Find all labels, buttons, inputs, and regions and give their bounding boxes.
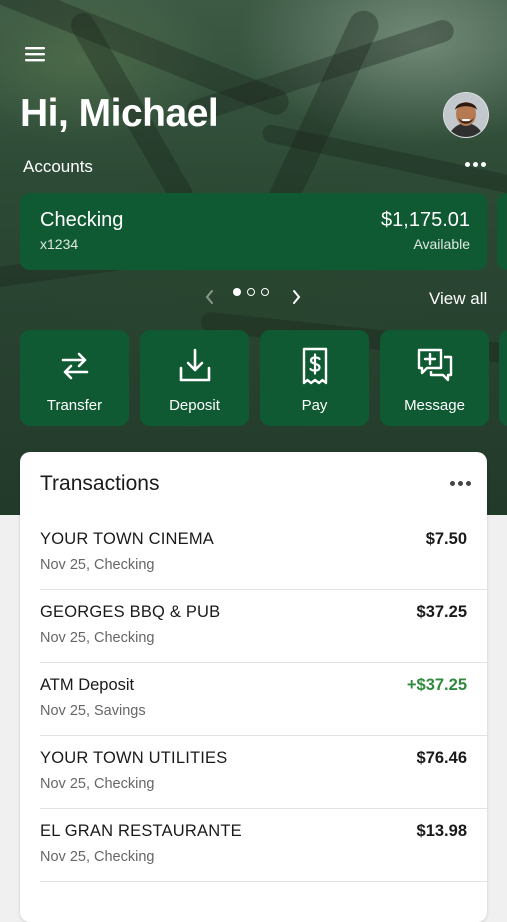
transaction-amount: $76.46 xyxy=(416,749,467,767)
transaction-row[interactable]: YOUR TOWN UTILITIES Nov 25, Checking $76… xyxy=(20,736,487,809)
action-next-peek[interactable] xyxy=(499,330,507,426)
transaction-merchant: YOUR TOWN CINEMA xyxy=(40,530,215,548)
transaction-row[interactable]: EL GRAN RESTAURANTE Nov 25, Checking $13… xyxy=(20,809,487,882)
account-balance: $1,175.01 xyxy=(381,209,470,231)
transaction-amount: +$37.25 xyxy=(406,676,467,694)
message-label: Message xyxy=(404,397,465,414)
dollar-receipt-icon xyxy=(302,347,327,385)
transaction-meta: Nov 25, Checking xyxy=(40,630,155,646)
accounts-more-button[interactable] xyxy=(465,162,486,167)
transfer-arrows-icon xyxy=(61,352,88,380)
message-button[interactable]: Message xyxy=(380,330,489,426)
pager-next-button[interactable] xyxy=(289,288,303,306)
transaction-merchant: GEORGES BBQ & PUB xyxy=(40,603,221,621)
account-pager-dots xyxy=(230,288,272,296)
deposit-label: Deposit xyxy=(169,397,220,414)
user-avatar-button[interactable] xyxy=(443,92,489,138)
transaction-row[interactable]: GEORGES BBQ & PUB Nov 25, Checking $37.2… xyxy=(20,590,487,663)
user-avatar xyxy=(444,93,488,137)
chevron-right-icon xyxy=(293,290,301,304)
pager-dot-3[interactable] xyxy=(261,288,269,296)
transaction-meta: Nov 25, Checking xyxy=(40,557,155,573)
transactions-more-button[interactable] xyxy=(450,481,471,486)
pager-dot-1[interactable] xyxy=(233,288,241,296)
transaction-meta: Nov 25, Savings xyxy=(40,703,146,719)
pay-button[interactable]: Pay xyxy=(260,330,369,426)
transaction-amount: $13.98 xyxy=(416,822,467,840)
account-card-next-peek[interactable] xyxy=(497,193,507,270)
transactions-title: Transactions xyxy=(40,472,160,495)
account-number: x1234 xyxy=(40,236,79,252)
chat-plus-icon xyxy=(417,348,452,382)
balance-label: Available xyxy=(413,236,470,252)
transaction-row[interactable]: YOUR TOWN CINEMA Nov 25, Checking $7.50 xyxy=(20,517,487,590)
transfer-label: Transfer xyxy=(46,397,103,414)
transaction-merchant: EL GRAN RESTAURANTE xyxy=(40,822,242,840)
greeting-title: Hi, Michael xyxy=(20,92,219,135)
transactions-panel: Transactions YOUR TOWN CINEMA Nov 25, Ch… xyxy=(20,452,487,922)
download-tray-icon xyxy=(179,348,210,382)
account-name: Checking xyxy=(40,209,124,231)
transaction-amount: $37.25 xyxy=(416,603,467,621)
chevron-left-icon xyxy=(205,290,213,304)
deposit-button[interactable]: Deposit xyxy=(140,330,249,426)
transaction-amount: $7.50 xyxy=(425,530,467,548)
pay-label: Pay xyxy=(301,397,328,414)
transaction-merchant: YOUR TOWN UTILITIES xyxy=(40,749,228,767)
transaction-merchant: ATM Deposit xyxy=(40,676,135,694)
accounts-section-label: Accounts xyxy=(23,157,93,176)
divider xyxy=(40,881,487,882)
menu-button[interactable] xyxy=(22,42,48,66)
transaction-meta: Nov 25, Checking xyxy=(40,849,155,865)
transfer-button[interactable]: Transfer xyxy=(20,330,129,426)
view-all-accounts-link[interactable]: View all xyxy=(429,289,487,309)
pager-prev-button[interactable] xyxy=(203,288,217,306)
transaction-meta: Nov 25, Checking xyxy=(40,776,155,792)
account-card-checking[interactable]: Checking x1234 $1,175.01 Available xyxy=(20,193,487,270)
hamburger-menu-icon xyxy=(25,47,45,62)
pager-dot-2[interactable] xyxy=(247,288,255,296)
transaction-row[interactable]: ATM Deposit Nov 25, Savings +$37.25 xyxy=(20,663,487,736)
